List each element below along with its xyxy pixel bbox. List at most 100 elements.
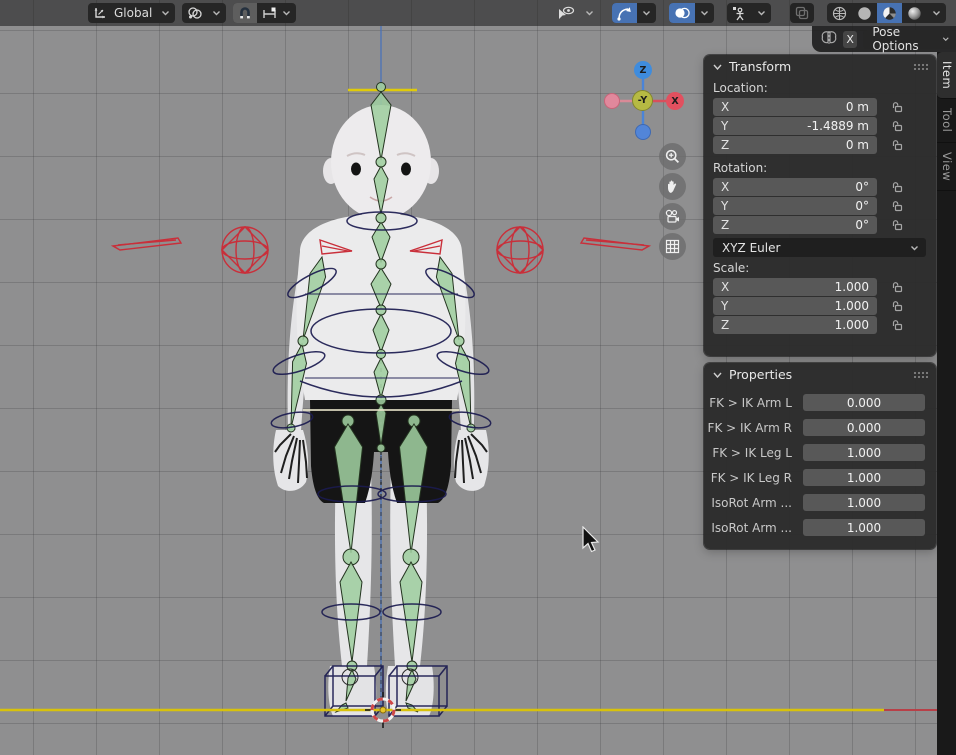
lock-icon[interactable] [891, 300, 903, 312]
axis-value: 1.000 [835, 299, 869, 313]
axis-label: Z [721, 138, 729, 152]
toggle-xray[interactable] [790, 3, 814, 23]
gizmo-front-label: -Y [638, 95, 647, 106]
lock-icon[interactable] [891, 319, 903, 331]
lock-icon[interactable] [891, 200, 903, 212]
camera-view-button[interactable] [659, 203, 686, 230]
transform-orientation-dropdown[interactable]: Global [88, 3, 175, 23]
show-gizmos-toggle[interactable] [612, 3, 637, 23]
zoom-button[interactable] [659, 143, 686, 170]
object-visibility-dropdown[interactable] [552, 3, 599, 23]
snap-magnet-toggle[interactable] [233, 3, 257, 23]
property-row: FK > IK Arm R 0.000 [704, 419, 936, 436]
fk-ik-leg-r-slider[interactable]: 1.000 [803, 469, 925, 486]
fk-ik-arm-l-slider[interactable]: 0.000 [803, 394, 925, 411]
gizmo-neg-z-ball[interactable] [635, 124, 651, 140]
bone-shape-rings[interactable] [270, 212, 492, 716]
axis-value: 0° [855, 218, 869, 232]
character-mesh[interactable] [273, 105, 489, 716]
shading-wireframe-button[interactable] [827, 3, 852, 23]
3d-cursor[interactable] [365, 692, 401, 728]
scale-x-row: X1.000 [713, 278, 936, 296]
isorot-arm-1-slider[interactable]: 1.000 [803, 494, 925, 511]
property-value: 1.000 [847, 471, 881, 485]
fk-ik-arm-r-slider[interactable]: 0.000 [803, 419, 925, 436]
scale-y-field[interactable]: Y 1.000 [713, 297, 877, 315]
axis-value: 0 m [846, 100, 869, 114]
axis-label: Y [721, 119, 728, 133]
properties-panel-header[interactable]: Properties [704, 363, 936, 386]
gizmos-dropdown[interactable] [637, 3, 656, 23]
view-navigation-gizmo[interactable]: Z X -Y [604, 62, 684, 142]
rotation-mode-dropdown[interactable]: XYZ Euler [713, 238, 926, 257]
scale-x-field[interactable]: X1.000 [713, 278, 877, 296]
property-row: FK > IK Arm L 0.000 [704, 394, 936, 411]
tab-view[interactable]: View [937, 143, 956, 191]
orthographic-grid-button[interactable] [659, 233, 686, 260]
mirror-symmetry-icon [820, 30, 838, 48]
mirror-x-toggle[interactable]: X [843, 31, 857, 48]
rotation-z-field[interactable]: Z0° [713, 216, 877, 234]
axis-value: 1.000 [835, 280, 869, 294]
lock-icon[interactable] [891, 281, 903, 293]
snap-settings-dropdown[interactable] [257, 3, 296, 23]
shading-rendered-button[interactable] [902, 3, 927, 23]
ik-control-widgets[interactable] [113, 227, 649, 273]
scale-z-field[interactable]: Z1.000 [713, 316, 877, 334]
axis-label: Y [721, 299, 728, 313]
armature-display-dropdown[interactable] [752, 3, 771, 23]
chevron-down-icon [942, 36, 950, 42]
tool-settings-bar: X Pose Options [812, 26, 956, 52]
tab-item[interactable]: Item [937, 52, 956, 99]
tab-tool[interactable]: Tool [937, 99, 956, 142]
location-y-row: Y-1.4889 m [713, 117, 936, 135]
lock-icon[interactable] [891, 181, 903, 193]
chevron-down-icon [910, 245, 919, 251]
lock-icon[interactable] [891, 120, 903, 132]
gizmo-z-label: Z [640, 65, 647, 76]
pose-options-dropdown[interactable]: Pose Options [863, 30, 956, 49]
gizmo-neg-x-ball[interactable] [604, 93, 620, 109]
location-x-field[interactable]: X0 m [713, 98, 877, 116]
gizmo-z-axis-ball[interactable]: Z [634, 61, 652, 79]
pan-hand-button[interactable] [659, 173, 686, 200]
lock-icon[interactable] [891, 219, 903, 231]
scale-label: Scale: [713, 261, 936, 275]
transform-panel-header[interactable]: Transform [704, 55, 936, 78]
scale-y-row: Y 1.000 [713, 297, 936, 315]
property-label: FK > IK Leg L [704, 446, 792, 460]
lock-icon[interactable] [891, 139, 903, 151]
chevron-down-icon [207, 3, 226, 23]
rotation-x-field[interactable]: X0° [713, 178, 877, 196]
location-x-row: X0 m [713, 98, 936, 116]
property-value: 0.000 [847, 421, 881, 435]
axis-value: 0 m [846, 138, 869, 152]
overlays-dropdown[interactable] [695, 3, 714, 23]
viewport-shading-group [827, 3, 946, 23]
show-overlays-toggle[interactable] [669, 3, 695, 23]
shading-dropdown[interactable] [927, 3, 946, 23]
armature-bones[interactable] [287, 83, 475, 713]
property-value: 1.000 [847, 521, 881, 535]
gizmo-front-ball[interactable]: -Y [632, 90, 653, 111]
pivot-point-dropdown[interactable] [182, 3, 226, 23]
rotation-y-field[interactable]: Y0° [713, 197, 877, 215]
fk-ik-leg-l-slider[interactable]: 1.000 [803, 444, 925, 461]
rotation-z-row: Z0° [713, 216, 936, 234]
shading-solid-button[interactable] [852, 3, 877, 23]
rotation-x-row: X0° [713, 178, 936, 196]
location-z-field[interactable]: Z 0 m [713, 136, 877, 154]
location-y-field[interactable]: Y-1.4889 m [713, 117, 877, 135]
gizmo-x-axis-ball[interactable]: X [666, 92, 684, 110]
character-shorts [310, 400, 452, 503]
panel-grip-handle[interactable] [913, 371, 928, 378]
armature-figure-icon[interactable] [727, 3, 752, 23]
shading-material-button[interactable] [877, 3, 902, 23]
panel-grip-handle[interactable] [913, 63, 928, 70]
property-value: 0.000 [847, 396, 881, 410]
rotation-label: Rotation: [713, 161, 936, 175]
chevron-down-icon [580, 3, 599, 23]
axis-value: 1.000 [835, 318, 869, 332]
isorot-arm-2-slider[interactable]: 1.000 [803, 519, 925, 536]
lock-icon[interactable] [891, 101, 903, 113]
